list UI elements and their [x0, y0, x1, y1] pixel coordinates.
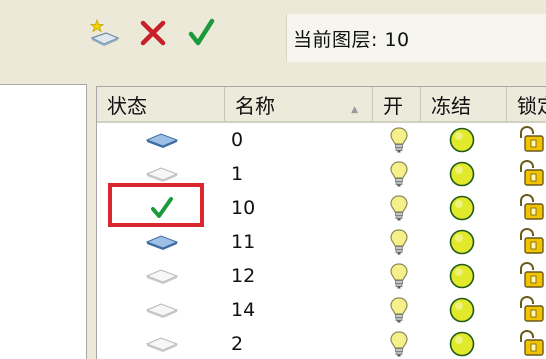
- current-layer-label: 当前图层: 10: [293, 28, 410, 51]
- new-layer-icon: [89, 18, 120, 46]
- unlock-icon[interactable]: [517, 327, 546, 359]
- lightbulb-icon[interactable]: [387, 293, 411, 327]
- current-layer-highlight: [108, 183, 204, 227]
- layer-name: 12: [231, 265, 256, 287]
- layer-name: 10: [231, 197, 256, 219]
- new-layer-button[interactable]: [88, 16, 122, 50]
- column-header-on[interactable]: 开: [373, 87, 421, 121]
- layer-name: 11: [231, 231, 256, 253]
- delete-layer-icon: [140, 20, 166, 46]
- layer-name: 0: [231, 129, 244, 151]
- unlock-icon[interactable]: [517, 157, 546, 191]
- layer-filter-tree[interactable]: [0, 84, 87, 359]
- layer-name: 1: [231, 163, 244, 185]
- layer-name: 2: [231, 333, 244, 355]
- table-row[interactable]: 12: [97, 259, 546, 293]
- sun-icon[interactable]: [447, 327, 477, 359]
- sun-icon[interactable]: [447, 123, 477, 157]
- sun-icon[interactable]: [447, 157, 477, 191]
- sun-icon[interactable]: [447, 293, 477, 327]
- table-row[interactable]: 0: [97, 123, 546, 157]
- layer-status-icon: [137, 293, 187, 327]
- table-row[interactable]: 11: [97, 225, 546, 259]
- toolbar: 当前图层: 10: [0, 0, 546, 84]
- layer-status-icon: [137, 123, 187, 157]
- column-label-name: 名称: [235, 93, 275, 118]
- delete-layer-button[interactable]: [136, 16, 170, 50]
- column-header-lock[interactable]: 锁定: [507, 87, 546, 121]
- lightbulb-icon[interactable]: [387, 327, 411, 359]
- sun-icon[interactable]: [447, 191, 477, 225]
- column-label-on: 开: [383, 93, 403, 118]
- layer-status-icon: [137, 225, 187, 259]
- sun-icon[interactable]: [447, 259, 477, 293]
- unlock-icon[interactable]: [517, 259, 546, 293]
- column-header-name[interactable]: 名称 ▲: [225, 87, 373, 121]
- set-current-icon: [188, 18, 215, 46]
- lightbulb-icon[interactable]: [387, 259, 411, 293]
- unlock-icon[interactable]: [517, 191, 546, 225]
- table-row[interactable]: 2: [97, 327, 546, 359]
- lightbulb-icon[interactable]: [387, 191, 411, 225]
- sort-arrow-icon: ▲: [351, 105, 358, 115]
- layer-name: 14: [231, 299, 256, 321]
- set-current-button[interactable]: [184, 16, 218, 50]
- layer-status-icon: [137, 327, 187, 359]
- sun-icon[interactable]: [447, 225, 477, 259]
- layer-list[interactable]: 状态 名称 ▲ 开 冻结 锁定 0 1 10 11 12 14 2: [96, 86, 546, 359]
- layer-status-icon: [137, 259, 187, 293]
- current-layer-display: 当前图层: 10: [286, 14, 546, 62]
- column-label-status: 状态: [107, 93, 147, 118]
- list-header: 状态 名称 ▲ 开 冻结 锁定: [97, 87, 546, 123]
- lightbulb-icon[interactable]: [387, 225, 411, 259]
- column-label-freeze: 冻结: [431, 93, 471, 118]
- column-header-freeze[interactable]: 冻结: [421, 87, 507, 121]
- column-label-lock: 锁定: [517, 93, 546, 118]
- unlock-icon[interactable]: [517, 293, 546, 327]
- unlock-icon[interactable]: [517, 123, 546, 157]
- column-header-status[interactable]: 状态: [97, 87, 225, 121]
- table-row[interactable]: 14: [97, 293, 546, 327]
- unlock-icon[interactable]: [517, 225, 546, 259]
- lightbulb-icon[interactable]: [387, 157, 411, 191]
- lightbulb-icon[interactable]: [387, 123, 411, 157]
